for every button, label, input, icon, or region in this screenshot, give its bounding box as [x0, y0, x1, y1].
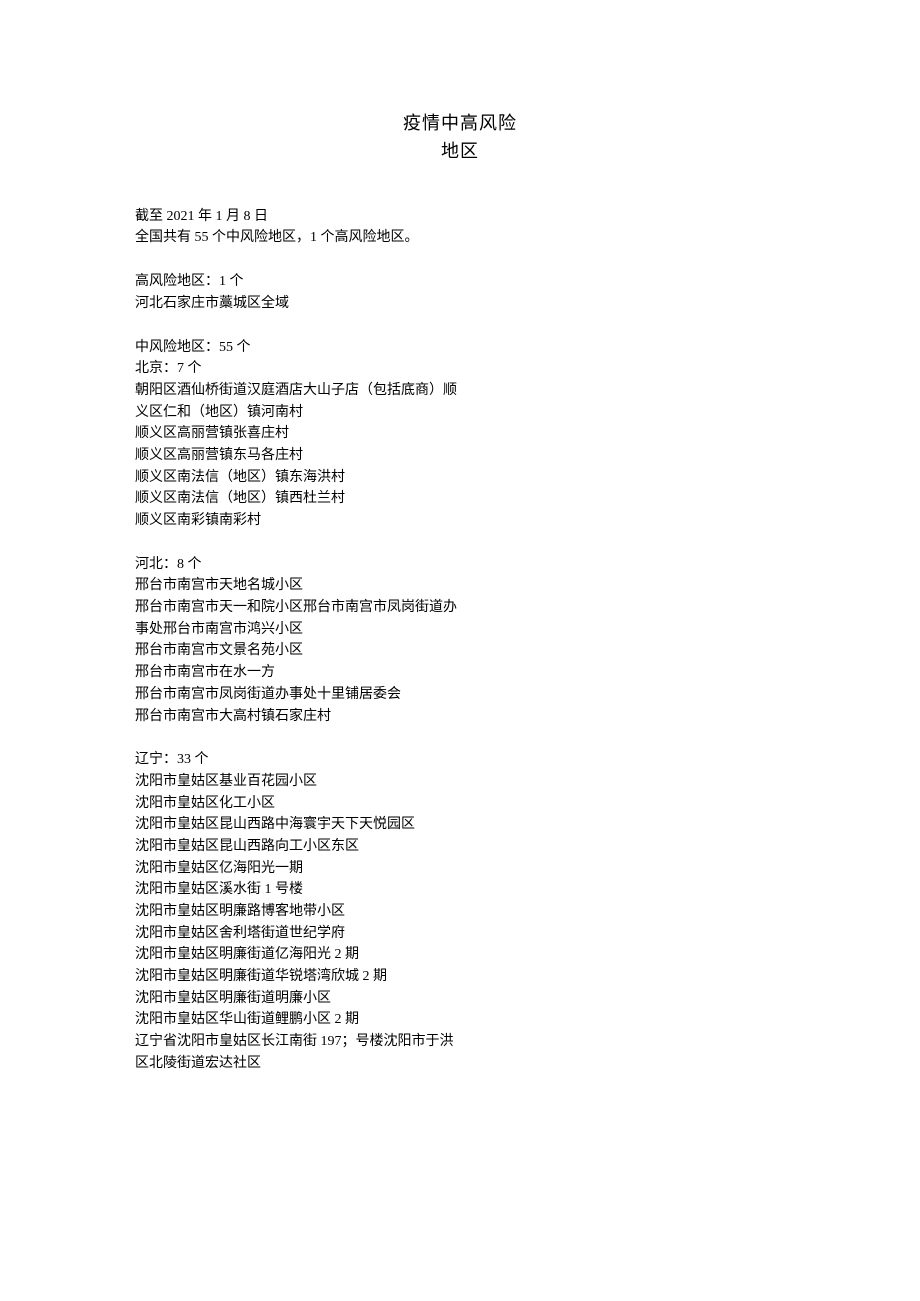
- hebei-item: 邢台市南宫市大高村镇石家庄村: [135, 706, 785, 728]
- intro-paragraph: 截至 2021 年 1 月 8 日 全国共有 55 个中风险地区，1 个高风险地…: [135, 206, 785, 249]
- beijing-item: 顺义区南法信（地区）镇东海洪村: [135, 467, 785, 489]
- beijing-item: 顺义区高丽营镇张喜庄村: [135, 423, 785, 445]
- liaoning-item: 沈阳市皇姑区华山街道鲤鹏小区 2 期: [135, 1009, 785, 1031]
- beijing-item: 义区仁和（地区）镇河南村: [135, 402, 785, 424]
- hebei-section: 河北：8 个 邢台市南宫市天地名城小区 邢台市南宫市天一和院小区邢台市南宫市凤岗…: [135, 554, 785, 728]
- intro-date: 截至 2021 年 1 月 8 日: [135, 206, 785, 228]
- beijing-item: 顺义区南彩镇南彩村: [135, 510, 785, 532]
- liaoning-item: 沈阳市皇姑区昆山西路中海寰宇天下天悦园区: [135, 814, 785, 836]
- liaoning-item: 沈阳市皇姑区舍利塔街道世纪学府: [135, 923, 785, 945]
- beijing-item: 朝阳区酒仙桥街道汉庭酒店大山子店（包括底商）顺: [135, 380, 785, 402]
- liaoning-item: 沈阳市皇姑区明廉街道亿海阳光 2 期: [135, 944, 785, 966]
- beijing-item: 顺义区南法信（地区）镇西杜兰村: [135, 488, 785, 510]
- liaoning-item: 沈阳市皇姑区明廉街道明廉小区: [135, 988, 785, 1010]
- liaoning-item: 沈阳市皇姑区溪水街 1 号楼: [135, 879, 785, 901]
- title-line-2: 地区: [225, 138, 695, 166]
- hebei-item: 事处邢台市南宫市鸿兴小区: [135, 619, 785, 641]
- intro-summary: 全国共有 55 个中风险地区，1 个高风险地区。: [135, 227, 785, 249]
- high-risk-item: 河北石家庄市藁城区全域: [135, 293, 785, 315]
- medium-risk-header: 中风险地区：55 个: [135, 337, 785, 359]
- hebei-item: 邢台市南宫市文景名苑小区: [135, 640, 785, 662]
- hebei-header: 河北：8 个: [135, 554, 785, 576]
- high-risk-header: 高风险地区：1 个: [135, 271, 785, 293]
- hebei-item: 邢台市南宫市天地名城小区: [135, 575, 785, 597]
- title-line-1: 疫情中高风险: [225, 110, 695, 138]
- liaoning-item: 区北陵街道宏达社区: [135, 1053, 785, 1075]
- document-title: 疫情中高风险 地区: [225, 110, 695, 166]
- liaoning-item: 沈阳市皇姑区亿海阳光一期: [135, 858, 785, 880]
- beijing-header: 北京：7 个: [135, 358, 785, 380]
- hebei-item: 邢台市南宫市凤岗街道办事处十里铺居委会: [135, 684, 785, 706]
- hebei-item: 邢台市南宫市在水一方: [135, 662, 785, 684]
- liaoning-header: 辽宁：33 个: [135, 749, 785, 771]
- liaoning-section: 辽宁：33 个 沈阳市皇姑区基业百花园小区 沈阳市皇姑区化工小区 沈阳市皇姑区昆…: [135, 749, 785, 1074]
- liaoning-item: 沈阳市皇姑区基业百花园小区: [135, 771, 785, 793]
- liaoning-item: 沈阳市皇姑区化工小区: [135, 793, 785, 815]
- high-risk-section: 高风险地区：1 个 河北石家庄市藁城区全域: [135, 271, 785, 314]
- liaoning-item: 沈阳市皇姑区昆山西路向工小区东区: [135, 836, 785, 858]
- beijing-item: 顺义区高丽营镇东马各庄村: [135, 445, 785, 467]
- liaoning-item: 沈阳市皇姑区明廉路博客地带小区: [135, 901, 785, 923]
- beijing-section: 中风险地区：55 个 北京：7 个 朝阳区酒仙桥街道汉庭酒店大山子店（包括底商）…: [135, 337, 785, 532]
- hebei-item: 邢台市南宫市天一和院小区邢台市南宫市凤岗街道办: [135, 597, 785, 619]
- liaoning-item: 辽宁省沈阳市皇姑区长江南街 197；号楼沈阳市于洪: [135, 1031, 785, 1053]
- liaoning-item: 沈阳市皇姑区明廉街道华锐塔湾欣城 2 期: [135, 966, 785, 988]
